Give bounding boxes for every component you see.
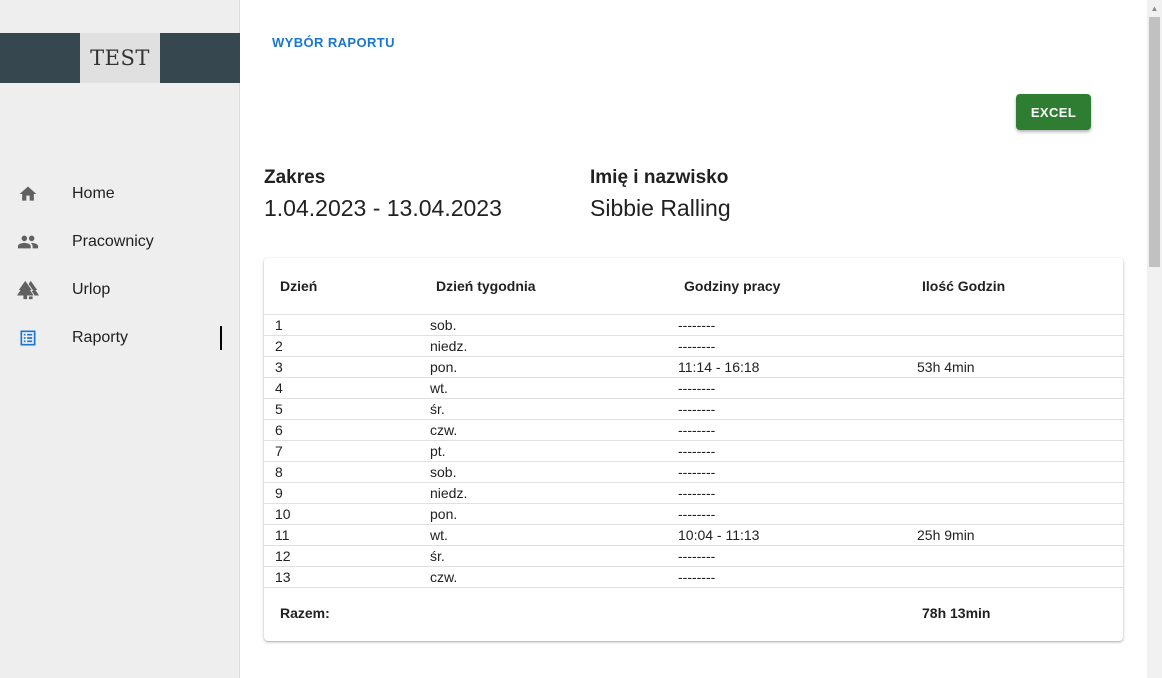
cell-weekday: wt. — [430, 380, 448, 396]
column-header-work-hours: Godziny pracy — [684, 278, 781, 294]
cell-day: 2 — [275, 338, 283, 354]
cell-weekday: niedz. — [430, 338, 468, 354]
report-table: Dzień Dzień tygodnia Godziny pracy Ilość… — [264, 258, 1123, 641]
cell-weekday: sob. — [430, 317, 457, 333]
table-row: 5 śr. -------- — [264, 399, 1123, 420]
sidebar-item-urlop[interactable]: Urlop — [0, 266, 240, 314]
cell-work-hours: -------- — [678, 569, 716, 585]
table-row: 8 sob. -------- — [264, 462, 1123, 483]
scroll-thumb[interactable] — [1149, 17, 1160, 267]
cell-weekday: pt. — [430, 443, 446, 459]
employee-name-label: Imię i nazwisko — [590, 167, 729, 188]
column-header-weekday: Dzień tygodnia — [436, 278, 536, 294]
table-row: 10 pon. -------- — [264, 504, 1123, 525]
people-icon — [17, 231, 39, 253]
cell-day: 9 — [275, 485, 283, 501]
cell-work-hours: -------- — [678, 485, 716, 501]
table-header: Dzień Dzień tygodnia Godziny pracy Ilość… — [264, 258, 1123, 315]
sidebar-item-raporty[interactable]: Raporty — [0, 314, 240, 362]
cell-weekday: czw. — [430, 422, 458, 438]
cell-weekday: pon. — [430, 506, 458, 522]
range-value: 1.04.2023 - 13.04.2023 — [264, 195, 502, 221]
sidebar-item-label: Home — [72, 185, 115, 202]
table-row: 12 śr. -------- — [264, 546, 1123, 567]
active-indicator — [220, 326, 222, 350]
cell-day: 4 — [275, 380, 283, 396]
brand-bar: TEST — [0, 33, 240, 83]
main-content: WYBÓR RAPORTU EXCEL Zakres 1.04.2023 - 1… — [240, 0, 1147, 678]
home-icon — [17, 183, 39, 205]
sidebar-item-home[interactable]: Home — [0, 170, 240, 218]
table-row: 9 niedz. -------- — [264, 483, 1123, 504]
cell-weekday: śr. — [430, 401, 445, 417]
cell-work-hours: -------- — [678, 464, 716, 480]
cell-day: 1 — [275, 317, 283, 333]
sidebar-item-label: Urlop — [72, 281, 111, 298]
total-value: 78h 13min — [922, 605, 991, 621]
table-body: 1 sob. -------- 2 niedz. -------- 3 pon. 11:14 -… — [264, 315, 1123, 588]
range-label: Zakres — [264, 167, 326, 188]
sidebar-item-label: Pracownicy — [72, 233, 154, 250]
table-row: 1 sob. -------- — [264, 315, 1123, 336]
cell-day: 13 — [275, 569, 291, 585]
table-row: 6 czw. -------- — [264, 420, 1123, 441]
table-row: 3 pon. 11:14 - 16:18 53h 4min — [264, 357, 1123, 378]
cell-work-hours: -------- — [678, 380, 716, 396]
cell-work-hours: 11:14 - 16:18 — [678, 359, 760, 375]
cell-day: 11 — [275, 527, 290, 543]
column-header-hours-total: Ilość Godzin — [922, 278, 1006, 294]
scroll-up-icon[interactable]: ▲ — [1147, 0, 1162, 17]
cell-work-hours: -------- — [678, 443, 716, 459]
range-block: Zakres 1.04.2023 - 13.04.2023 — [264, 167, 502, 222]
column-header-day: Dzień — [280, 278, 318, 294]
cell-weekday: pon. — [430, 359, 458, 375]
list-icon — [17, 327, 39, 349]
table-footer: Razem: 78h 13min — [264, 589, 1123, 641]
cell-work-hours: -------- — [678, 317, 716, 333]
cell-weekday: niedz. — [430, 485, 468, 501]
cell-work-hours: -------- — [678, 506, 716, 522]
employee-block: Imię i nazwisko Sibbie Ralling — [590, 167, 731, 222]
cell-hours-total: 53h 4min — [917, 359, 975, 375]
cell-weekday: czw. — [430, 569, 458, 585]
cell-weekday: wt. — [430, 527, 448, 543]
table-row: 13 czw. -------- — [264, 567, 1123, 588]
vertical-scrollbar[interactable]: ▲ — [1147, 0, 1162, 678]
table-row: 4 wt. -------- — [264, 378, 1123, 399]
cell-work-hours: -------- — [678, 548, 716, 564]
sidebar-item-label: Raporty — [72, 329, 129, 346]
sidebar-item-pracownicy[interactable]: Pracownicy — [0, 218, 240, 266]
cell-work-hours: -------- — [678, 338, 716, 354]
employee-name-value: Sibbie Ralling — [590, 195, 731, 221]
cell-day: 3 — [275, 359, 283, 375]
table-row: 11 wt. 10:04 - 11:13 25h 9min — [264, 525, 1123, 546]
report-selection-link[interactable]: WYBÓR RAPORTU — [272, 35, 395, 50]
cell-weekday: śr. — [430, 548, 445, 564]
cell-hours-total: 25h 9min — [917, 527, 975, 543]
total-label: Razem: — [280, 605, 330, 621]
cell-day: 5 — [275, 401, 283, 417]
cell-day: 10 — [275, 506, 291, 522]
cell-work-hours: -------- — [678, 422, 716, 438]
cell-work-hours: 10:04 - 11:13 — [678, 527, 760, 543]
brand-logo[interactable]: TEST — [80, 33, 160, 83]
table-row: 2 niedz. -------- — [264, 336, 1123, 357]
cell-day: 7 — [275, 443, 283, 459]
table-row: 7 pt. -------- — [264, 441, 1123, 462]
sidebar-nav: Home Pracownicy Urlop Raporty — [0, 170, 240, 362]
cell-day: 6 — [275, 422, 283, 438]
trees-icon — [17, 279, 39, 301]
cell-work-hours: -------- — [678, 401, 716, 417]
excel-export-button[interactable]: EXCEL — [1016, 94, 1091, 130]
sidebar: TEST Home Pracownicy Urlop Raporty — [0, 0, 240, 678]
cell-day: 8 — [275, 464, 283, 480]
cell-day: 12 — [275, 548, 291, 564]
cell-weekday: sob. — [430, 464, 457, 480]
